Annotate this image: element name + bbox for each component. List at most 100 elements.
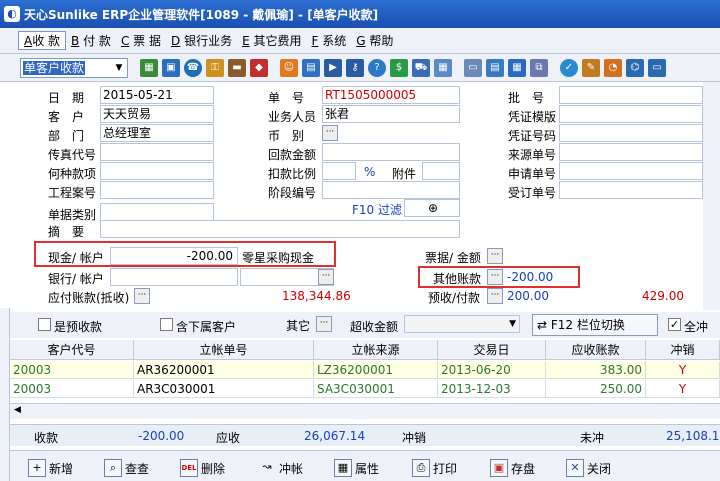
discount-label: 扣款比例 [268, 167, 317, 181]
project-field[interactable] [100, 181, 214, 199]
horizontal-scrollbar[interactable]: ◀ [10, 403, 720, 419]
over-amount-field[interactable]: ▼ [404, 315, 520, 333]
date-field[interactable]: 2015-05-21 [100, 86, 214, 104]
doctype-field[interactable] [100, 203, 214, 221]
col-customer-code[interactable]: 客户代号 [10, 340, 134, 360]
attach-field[interactable] [422, 162, 460, 180]
summary-label: 摘 要 [48, 225, 85, 239]
bank-amount-field[interactable] [110, 268, 238, 286]
cart-icon[interactable]: ⛟ [412, 58, 430, 77]
menu-bills[interactable]: C 票 据 [116, 32, 166, 49]
filter-button[interactable]: ⊕ [404, 199, 460, 217]
query-button[interactable]: ⌕ 查查 [104, 455, 149, 481]
prepay-right-amount: 429.00 [642, 289, 684, 303]
save-button[interactable]: ▣ 存盘 [490, 455, 535, 481]
advance-checkbox[interactable] [38, 318, 51, 331]
menu-help[interactable]: G 帮助 [351, 32, 398, 49]
cash-account-value[interactable]: 零星采购现金 [242, 249, 314, 266]
offset-button[interactable]: ↝ 冲帐 [258, 455, 303, 481]
full-offset-checkbox[interactable]: ✓ [668, 318, 681, 331]
discount-field[interactable] [322, 162, 356, 180]
cash-amount-field[interactable]: -200.00 [110, 247, 238, 265]
lock-icon[interactable]: ⚿ [206, 58, 224, 77]
docno-field[interactable]: RT1505000005 [322, 86, 460, 104]
source-field[interactable] [559, 143, 703, 161]
col-receivable[interactable]: 应收账款 [546, 340, 646, 360]
menu-pay[interactable]: B 付 款 [66, 32, 116, 49]
menu-collect[interactable]: A收 款 [18, 31, 67, 50]
print-button[interactable]: ⎙ 打印 [412, 455, 457, 481]
menu-other-fees[interactable]: E 其它费用 [237, 32, 306, 49]
swap-icon: ⇄ [537, 318, 548, 332]
cell-source: LZ36200001 [314, 361, 438, 379]
car-icon[interactable]: ◆ [250, 58, 268, 77]
document-icon[interactable]: ▭ [464, 58, 482, 77]
props-button[interactable]: ▦ 属性 [334, 455, 379, 481]
currency-lookup-button[interactable]: ··· [322, 125, 338, 141]
users-icon[interactable]: ☺ [280, 58, 298, 77]
grid-icon[interactable]: ▦ [140, 58, 158, 77]
copy-icon[interactable]: ⧉ [530, 58, 548, 77]
col-bill-no[interactable]: 立帐单号 [134, 340, 314, 360]
menu-system[interactable]: F 系统 [307, 32, 352, 49]
prepay-lookup-button[interactable]: ··· [487, 288, 503, 304]
scroll-left-icon[interactable]: ◀ [14, 405, 21, 415]
title-bar: ◐ 天心Sunlike ERP企业管理软件[1089 - 戴佩瑜] - [单客户… [0, 0, 720, 28]
table-row[interactable]: 20003 AR3C030001 SA3C030001 2013-12-03 2… [10, 380, 720, 398]
refund-field[interactable] [322, 143, 460, 161]
phone-icon[interactable]: ☎ [184, 58, 202, 77]
help-icon[interactable]: ? [368, 58, 386, 77]
key-icon[interactable]: ⚷ [346, 58, 364, 77]
import-icon[interactable]: ▶ [324, 58, 342, 77]
col-offset[interactable]: 冲销 [646, 340, 720, 360]
calculator-icon[interactable]: ▦ [434, 58, 452, 77]
doctype-label: 单据类别 [48, 208, 97, 222]
customer-field[interactable]: 天天贸易 [100, 105, 214, 123]
edit-icon[interactable]: ✎ [582, 58, 600, 77]
include-sub-checkbox[interactable] [160, 318, 173, 331]
apply-field[interactable] [559, 162, 703, 180]
col-source[interactable]: 立帐来源 [314, 340, 438, 360]
check-circle-icon[interactable]: ✓ [560, 58, 578, 77]
monitor-icon[interactable]: ▣ [162, 58, 180, 77]
stage-field[interactable] [322, 181, 460, 199]
tree-icon[interactable]: ⌬ [626, 58, 644, 77]
book-icon[interactable]: ▤ [302, 58, 320, 77]
money-icon[interactable]: $ [390, 58, 408, 77]
exit-icon[interactable]: ▭ [648, 58, 666, 77]
table-icon[interactable]: ▦ [508, 58, 526, 77]
voucher-no-field[interactable] [559, 124, 703, 142]
other-option-button[interactable]: ··· [316, 316, 332, 332]
delete-button[interactable]: DEL 删除 [180, 455, 225, 481]
attach-label: 附件 [392, 167, 417, 181]
f10-filter-label: F10 过滤 [352, 203, 402, 217]
report-icon[interactable]: ▤ [486, 58, 504, 77]
bank-lookup-button[interactable]: ··· [318, 269, 334, 285]
voucher-tpl-field[interactable] [559, 105, 703, 123]
menu-bank[interactable]: D 银行业务 [166, 32, 237, 49]
chart-icon[interactable]: ◔ [604, 58, 622, 77]
customer-label: 客 户 [48, 110, 85, 124]
howpay-field[interactable] [100, 162, 214, 180]
window-title: 天心Sunlike ERP企业管理软件[1089 - 戴佩瑜] - [单客户收款… [24, 7, 379, 22]
close-button[interactable]: ✕ 关闭 [566, 455, 611, 481]
ar-label: 应付账款(抵收) [48, 291, 130, 305]
batch-field[interactable] [559, 86, 703, 104]
table-row[interactable]: 20003 AR36200001 LZ36200001 2013-06-20 3… [10, 361, 720, 379]
menu-bar: A收 款 B 付 款 C 票 据 D 银行业务 E 其它费用 F 系统 G 帮助 [0, 28, 720, 54]
f12-switch-button[interactable]: ⇄ F12 栏位切换 [532, 314, 658, 336]
summary-field[interactable] [100, 220, 460, 238]
col-trade-date[interactable]: 交易日 [438, 340, 546, 360]
bill-lookup-button[interactable]: ··· [487, 248, 503, 264]
order-field[interactable] [559, 181, 703, 199]
ar-lookup-button[interactable]: ··· [134, 288, 150, 304]
other-lookup-button[interactable]: ··· [487, 269, 503, 285]
briefcase-icon[interactable]: ▬ [228, 58, 246, 77]
fax-field[interactable] [100, 143, 214, 161]
bottom-toolbar: + 新增 ⌕ 查查 DEL 删除 ↝ 冲帐 ▦ 属性 ⎙ 打印 ▣ 存盘 ✕ 关闭 [10, 450, 720, 481]
close-icon: ✕ [566, 459, 584, 477]
add-button[interactable]: + 新增 [28, 455, 73, 481]
dept-field[interactable]: 总经理室 [100, 124, 214, 142]
mode-select[interactable]: 单客户收款 ▼ [20, 57, 128, 78]
salesman-field[interactable]: 张君 [322, 105, 460, 123]
